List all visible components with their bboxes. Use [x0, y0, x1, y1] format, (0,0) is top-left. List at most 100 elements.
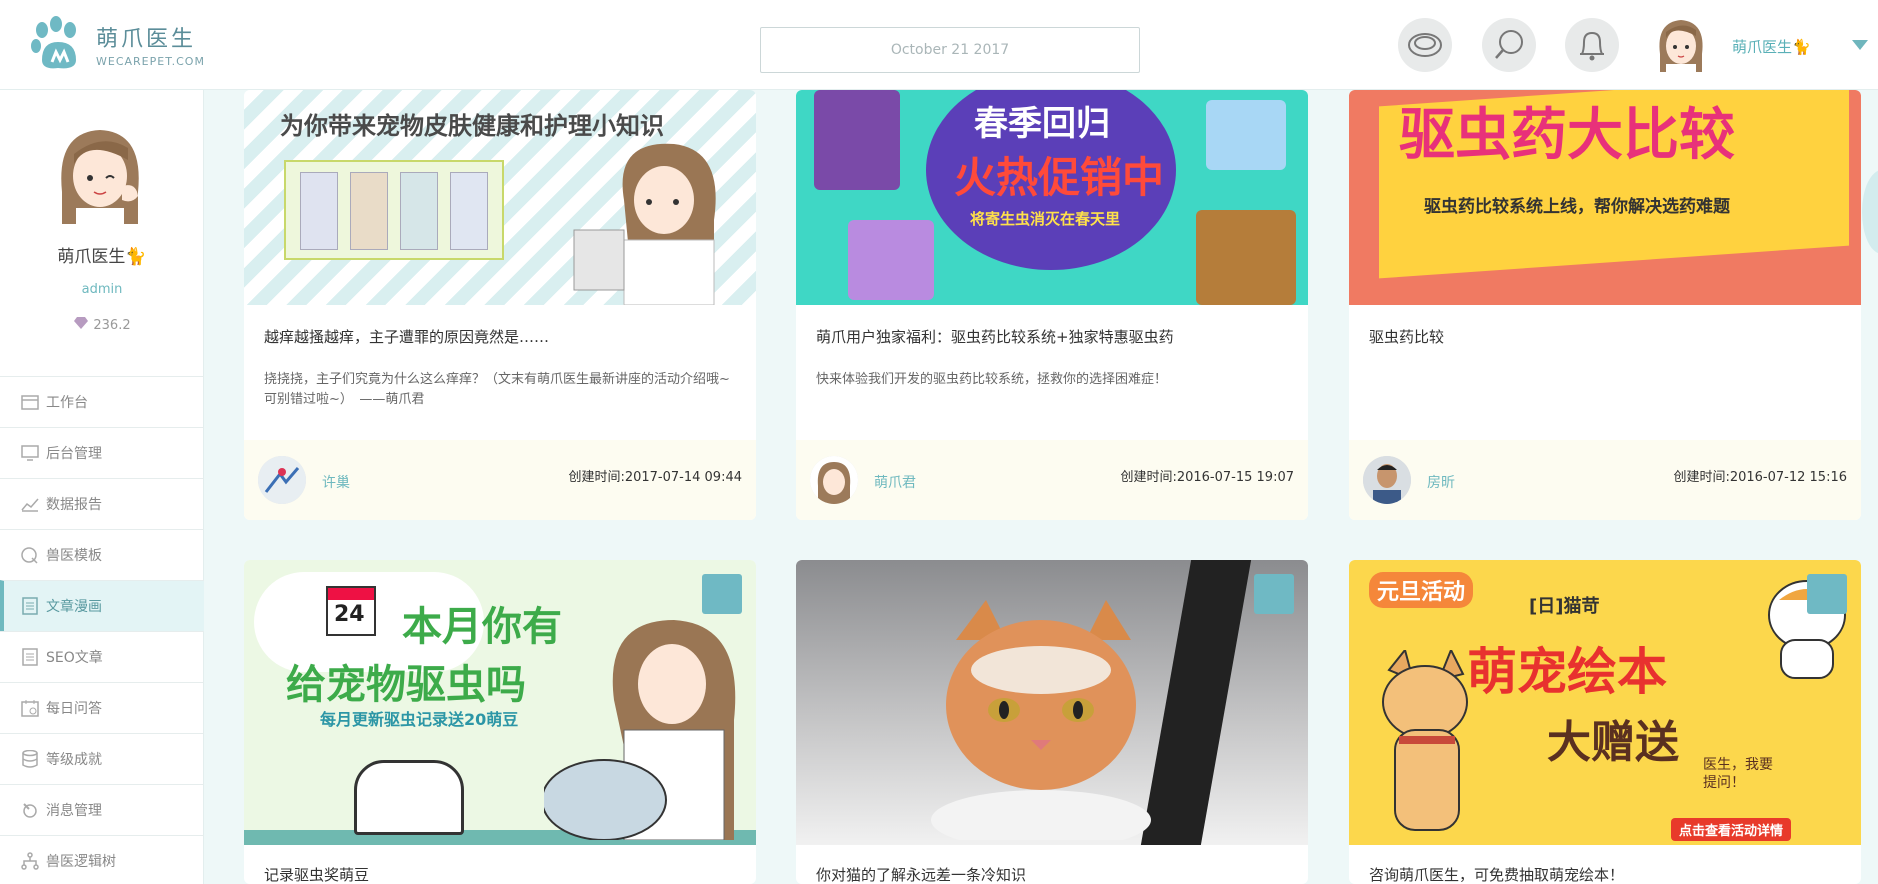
article-cover-image[interactable]: 元旦活动 [日]猫苛 萌宠绘本 大赠送 医生，我要提问！ 点击查看活动详情 — [1349, 560, 1861, 845]
sidebar-nav: 工作台 后台管理 数据报告 兽医模板 文章漫画 SEO文章 每日问答 等级成就 — [0, 376, 204, 884]
profile-avatar[interactable] — [52, 120, 148, 230]
event-tag: 元旦活动 — [1369, 572, 1474, 608]
banner-headline: 萌宠绘本 — [1467, 643, 1667, 701]
sidebar-item-label: 等级成就 — [46, 752, 102, 768]
article-card[interactable]: 驱虫药大比较 驱虫药比较系统上线，帮你解决选药难题 驱虫药比较 房昕 创建时间:… — [1349, 90, 1861, 520]
article-card[interactable]: 春季回归 火热促销中 将寄生虫消灭在春天里 萌爪用户独家福利：驱虫药比较系统+独… — [796, 90, 1308, 520]
sidebar-item-label: 数据报告 — [46, 497, 102, 513]
diamond-icon — [73, 316, 89, 334]
speech-bubble: 医生，我要提问！ — [1703, 757, 1773, 791]
article-footer: 萌爪君 创建时间:2016-07-15 19:07 — [796, 440, 1308, 520]
calendar-page-icon: 24 — [326, 586, 376, 636]
sidebar-item-seo[interactable]: SEO文章 — [0, 631, 204, 682]
chevron-down-icon[interactable] — [1852, 40, 1868, 50]
event-details-button[interactable]: 点击查看活动详情 — [1671, 818, 1792, 841]
white-cat-illustration — [354, 760, 464, 835]
author-name[interactable]: 萌爪君 — [874, 472, 916, 492]
sidebar-item-messages[interactable]: 消息管理 — [0, 784, 204, 835]
comic-badge-icon — [1807, 574, 1847, 614]
date-display[interactable]: October 21 2017 — [760, 27, 1140, 73]
sidebar-item-label: 工作台 — [46, 395, 88, 411]
logo-subtitle: WECAREPET.COM — [96, 54, 205, 68]
points-value: 236.2 — [93, 317, 131, 333]
orange-cat-photo — [916, 600, 1166, 845]
article-cover-image[interactable]: 24 本月你有 给宠物驱虫吗 每月更新驱虫记录送20萌豆 — [244, 560, 756, 845]
sidebar-item-articles[interactable]: 文章漫画 — [0, 580, 204, 631]
product-box-image — [1206, 100, 1286, 170]
banner-line-1: 本月你有 — [402, 604, 562, 650]
article-card[interactable]: 24 本月你有 给宠物驱虫吗 每月更新驱虫记录送20萌豆 记录驱虫奖萌豆 — [244, 560, 756, 884]
sidebar-item-label: 每日问答 — [46, 701, 102, 717]
sidebar-item-daily-qa[interactable]: 每日问答 — [0, 682, 204, 733]
created-time: 创建时间:2016-07-12 15:16 — [1673, 470, 1847, 485]
banner-line-2: 给宠物驱虫吗 — [286, 662, 526, 708]
sidebar-item-label: 兽医逻辑树 — [46, 854, 116, 870]
shiba-dog-illustration — [1369, 647, 1479, 840]
pet-plate-icon[interactable] — [1398, 18, 1452, 72]
sidebar-item-label: SEO文章 — [46, 650, 103, 666]
article-card[interactable]: 元旦活动 [日]猫苛 萌宠绘本 大赠送 医生，我要提问！ 点击查看活动详情 咨询… — [1349, 560, 1861, 884]
banner-subheadline: 大赠送 — [1547, 717, 1679, 768]
sidebar-item-label: 文章漫画 — [46, 599, 102, 615]
sidebar-item-label: 兽医模板 — [46, 548, 102, 564]
product-box-image — [1196, 210, 1296, 305]
promo-heading: 春季回归 — [974, 104, 1110, 144]
sidebar-item-levels[interactable]: 等级成就 — [0, 733, 204, 784]
article-title[interactable]: 越痒越搔越痒，主子遭罪的原因竟然是…… — [264, 326, 549, 347]
message-icon — [20, 800, 40, 820]
created-time: 创建时间:2017-07-14 09:44 — [568, 470, 742, 485]
comic-badge-icon — [702, 574, 742, 614]
search-icon[interactable] — [1482, 18, 1536, 72]
sidebar-item-vet-templates[interactable]: 兽医模板 — [0, 529, 204, 580]
header-username[interactable]: 萌爪医生🐈 — [1732, 36, 1811, 57]
author-name[interactable]: 许巢 — [322, 472, 350, 492]
article-cover-image[interactable] — [796, 560, 1308, 845]
bell-icon[interactable] — [1565, 18, 1619, 72]
doctor-illustration — [564, 130, 724, 305]
article-title[interactable]: 你对猫的了解永远差一条冷知识 — [816, 864, 1026, 884]
article-title[interactable]: 记录驱虫奖萌豆 — [264, 864, 369, 884]
document-icon — [20, 596, 40, 616]
monitor-icon — [20, 443, 40, 463]
sidebar-item-admin[interactable]: 后台管理 — [0, 427, 204, 478]
scroll-handle[interactable] — [1862, 170, 1878, 254]
sidebar: 萌爪医生🐈 admin 236.2 工作台 后台管理 数据报告 兽医模板 文章漫… — [0, 90, 204, 884]
article-title[interactable]: 萌爪用户独家福利：驱虫药比较系统+独家特惠驱虫药 — [816, 326, 1174, 347]
author-caption: [日]猫苛 — [1529, 596, 1600, 617]
paw-logo-icon — [28, 16, 88, 72]
article-summary: 快来体验我们开发的驱虫药比较系统，拯救你的选择困难症！ — [816, 372, 1168, 387]
promo-subline: 将寄生虫消灭在春天里 — [970, 210, 1121, 228]
sidebar-item-logic-tree[interactable]: 兽医逻辑树 — [0, 835, 204, 884]
product-box-image — [814, 90, 900, 190]
user-avatar[interactable] — [1652, 14, 1710, 78]
author-avatar[interactable] — [1363, 456, 1411, 504]
top-header: 萌爪医生 WECAREPET.COM October 21 2017 萌爪医生🐈 — [0, 0, 1878, 90]
promo-headline: 火热促销中 — [954, 153, 1165, 202]
sidebar-item-workbench[interactable]: 工作台 — [0, 376, 204, 427]
author-avatar[interactable] — [810, 456, 858, 504]
profile-role: admin — [81, 282, 123, 297]
logo[interactable]: 萌爪医生 WECAREPET.COM — [28, 16, 205, 72]
banner-headline: 驱虫药大比较 — [1399, 103, 1735, 168]
author-name[interactable]: 房昕 — [1427, 472, 1455, 492]
article-card[interactable]: 你对猫的了解永远差一条冷知识 — [796, 560, 1308, 884]
article-footer: 房昕 创建时间:2016-07-12 15:16 — [1349, 440, 1861, 520]
product-boxes-image — [284, 160, 504, 260]
calendar-icon — [20, 392, 40, 412]
article-title[interactable]: 咨询萌爪医生，可免费抽取萌宠绘本！ — [1369, 864, 1624, 884]
date-icon — [20, 698, 40, 718]
database-icon — [20, 749, 40, 769]
sidebar-item-label: 后台管理 — [46, 446, 102, 462]
chart-icon — [20, 494, 40, 514]
logo-title: 萌爪医生 — [96, 26, 197, 52]
article-cover-image[interactable]: 驱虫药大比较 驱虫药比较系统上线，帮你解决选药难题 — [1349, 90, 1861, 305]
author-avatar[interactable] — [258, 456, 306, 504]
article-title[interactable]: 驱虫药比较 — [1369, 326, 1444, 347]
shield-icon — [20, 545, 40, 565]
vet-with-cat-illustration — [541, 600, 744, 841]
article-cover-image[interactable]: 春季回归 火热促销中 将寄生虫消灭在春天里 — [796, 90, 1308, 305]
sidebar-item-reports[interactable]: 数据报告 — [0, 478, 204, 529]
article-cover-image[interactable]: 为你带来宠物皮肤健康和护理小知识 — [244, 90, 756, 305]
article-card[interactable]: 为你带来宠物皮肤健康和护理小知识 越痒越搔越痒，主子遭罪的原因竟然是…… 挠挠挠… — [244, 90, 756, 520]
created-time: 创建时间:2016-07-15 19:07 — [1120, 470, 1294, 485]
